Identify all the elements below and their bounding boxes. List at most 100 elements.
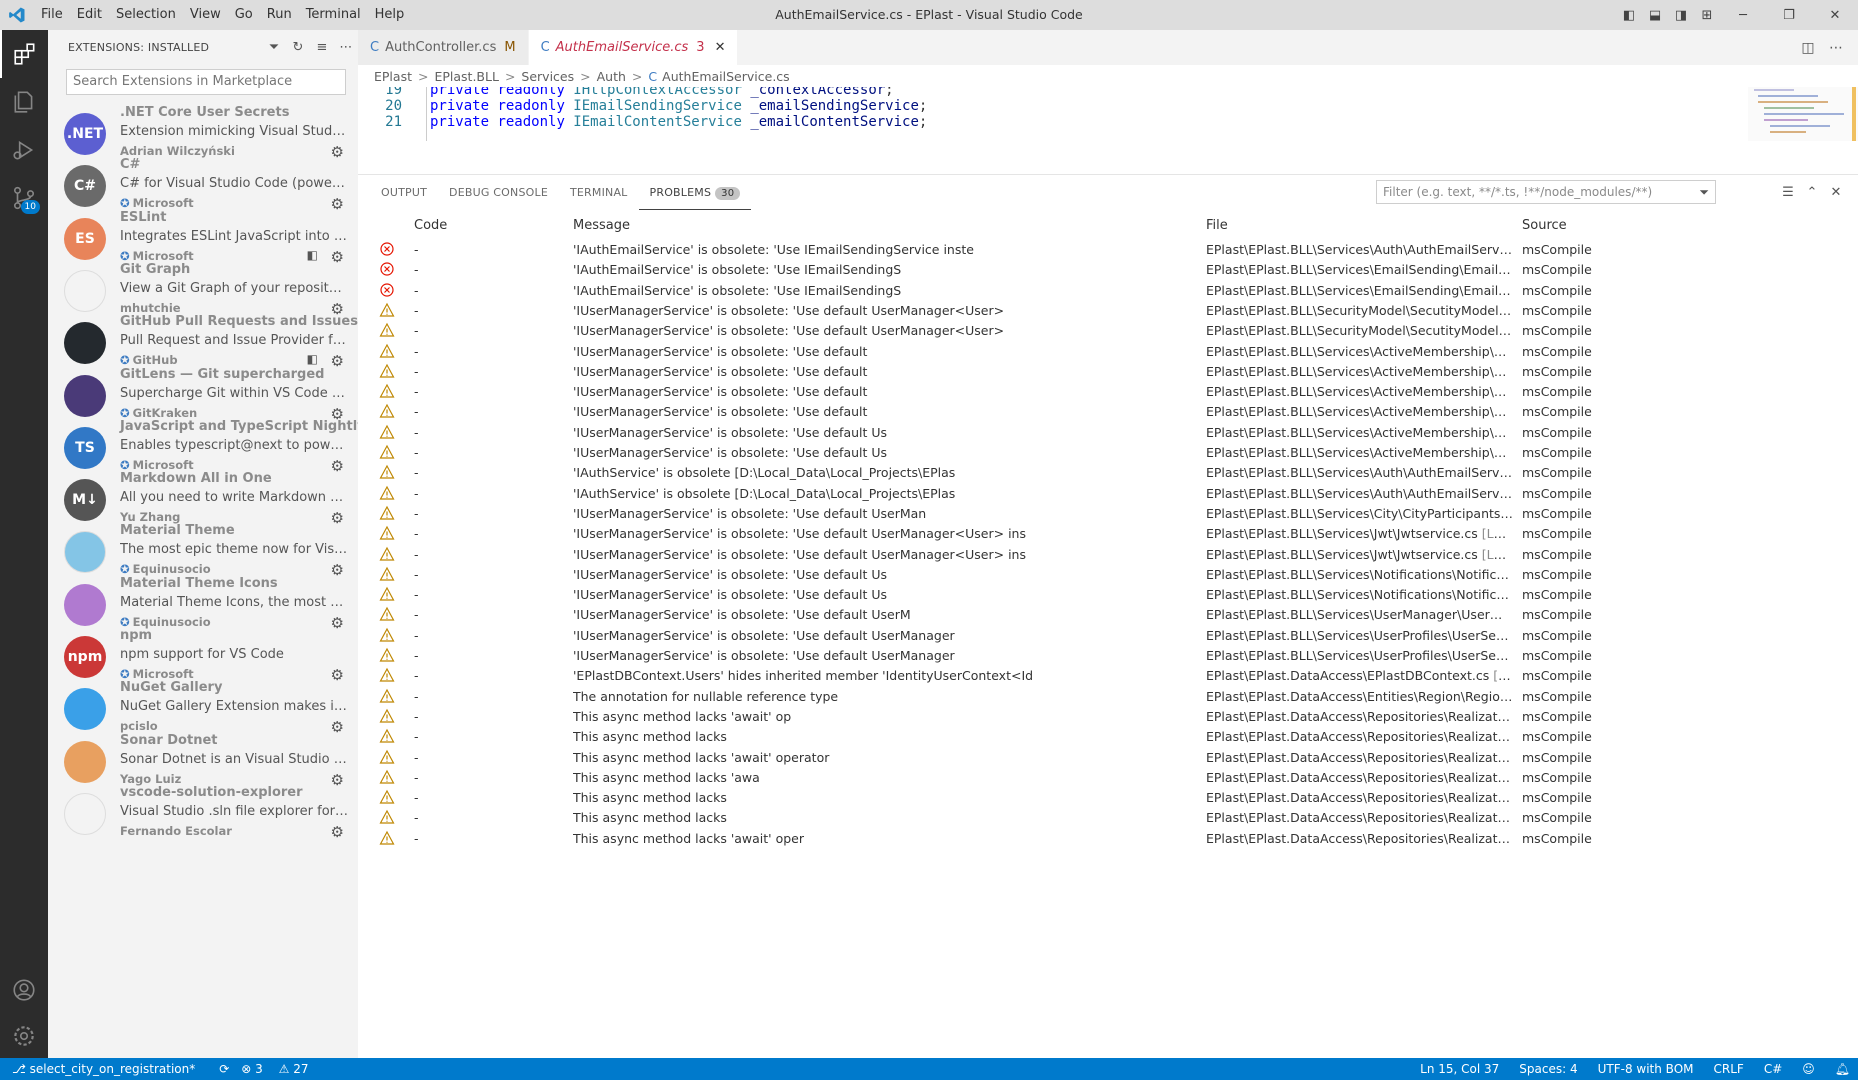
editor-tab[interactable]: C AuthEmailService.cs 3 ✕ [528, 30, 739, 65]
explorer-icon[interactable] [0, 78, 48, 126]
maximize-panel-icon[interactable]: ⌃ [1800, 185, 1824, 200]
toggle-secondary-sidebar-icon[interactable]: ◨ [1668, 8, 1694, 23]
filter-icon[interactable]: ⏷ [262, 40, 286, 55]
clear-icon[interactable]: ≡ [310, 40, 334, 55]
code-token: readonly [497, 98, 574, 114]
minimap[interactable] [1748, 87, 1858, 141]
line-ending[interactable]: CRLF [1714, 1062, 1744, 1076]
refresh-icon[interactable]: ↻ [286, 40, 310, 55]
accounts-icon[interactable] [0, 966, 48, 1014]
column-file[interactable]: File [1206, 218, 1228, 233]
problem-message: 'IUserManagerService' is obsolete: 'Use … [573, 384, 868, 400]
menu-item-go[interactable]: Go [228, 0, 260, 30]
minimize-button[interactable]: ─ [1720, 8, 1766, 23]
problem-file: EPlast\EPlast.BLL\SecurityModel\Secutity… [1206, 303, 1513, 318]
problem-code: - [414, 688, 419, 704]
split-editor-icon[interactable]: ◫ [1794, 40, 1822, 56]
cursor-position[interactable]: Ln 15, Col 37 [1420, 1062, 1499, 1076]
problem-message: 'IUserManagerService' is obsolete: 'Use … [573, 323, 1005, 339]
menu-item-run[interactable]: Run [260, 0, 299, 30]
toggle-sidebar-icon[interactable]: ◧ [1616, 8, 1642, 23]
problem-code: - [414, 445, 419, 460]
menu-item-view[interactable]: View [183, 0, 228, 30]
code-editor[interactable]: 19 private readonly IHttpContextAccessor … [358, 87, 1858, 141]
collapse-all-icon[interactable]: ☰ [1776, 185, 1800, 200]
editor-tab[interactable]: C AuthController.cs M [358, 30, 529, 65]
extensions-icon[interactable] [0, 30, 48, 78]
problem-file: EPlast\EPlast.BLL\Services\UserProfiles\… [1206, 628, 1513, 643]
manage-gear-icon[interactable] [0, 1012, 48, 1060]
menu-item-file[interactable]: File [34, 0, 70, 30]
warning-icon [379, 403, 395, 419]
extension-logo-icon [64, 374, 106, 417]
problem-row[interactable]: - This async method lacks 'await' oper EPl… [374, 827, 1858, 851]
more-actions-icon[interactable]: ⋯ [334, 40, 358, 55]
problems-status[interactable]: ⊗ 3 ⚠ 27 [241, 1062, 320, 1076]
problem-message: 'IUserManagerService' is obsolete: 'Use … [573, 404, 868, 420]
close-panel-icon[interactable]: ✕ [1824, 185, 1848, 200]
problem-file: EPlast\EPlast.DataAccess\Entities\Region… [1206, 689, 1513, 704]
extension-publisher: Fernando Escolar [120, 824, 232, 838]
column-code[interactable]: Code [414, 218, 447, 233]
problem-source: msCompile [1522, 404, 1592, 420]
problem-file: EPlast\EPlast.BLL\Services\UserProfiles\… [1206, 648, 1513, 663]
manage-extension-gear-icon[interactable]: ⚙ [331, 823, 344, 841]
panel-tab-problems[interactable]: PROBLEMS 30 [638, 175, 752, 210]
column-source[interactable]: Source [1522, 218, 1567, 233]
notifications-icon[interactable]: 🔔︎ [1835, 1062, 1850, 1076]
problem-file: EPlast\EPlast.BLL\Services\City\CityPart… [1206, 506, 1513, 521]
problem-source: msCompile [1522, 505, 1592, 521]
extension-description: All you need to write Markdown (key... [120, 490, 348, 506]
menu-item-edit[interactable]: Edit [70, 0, 109, 30]
column-message[interactable]: Message [573, 218, 630, 233]
breadcrumb-item[interactable]: Auth [597, 69, 626, 84]
problems-table-header: Code Message File Source [358, 210, 1858, 238]
problem-message: This async method lacks 'await' op [573, 708, 792, 724]
filter-icon[interactable]: ⏷ [1699, 181, 1709, 203]
encoding[interactable]: UTF-8 with BOM [1598, 1062, 1694, 1076]
problems-filter-input[interactable]: Filter (e.g. text, **/*.ts, !**/node_mod… [1376, 180, 1716, 204]
customize-layout-icon[interactable]: ⊞ [1694, 8, 1720, 23]
panel-tab-terminal[interactable]: TERMINAL [559, 175, 639, 210]
breadcrumb-item[interactable]: AuthEmailService.cs [662, 69, 790, 84]
branch-status[interactable]: ⎇ select_city_on_registration* [12, 1062, 207, 1076]
extension-logo-icon [64, 740, 106, 783]
problem-file: EPlast\EPlast.BLL\Services\Jwt\Jwtservic… [1206, 526, 1513, 541]
problem-message: 'IUserManagerService' is obsolete: 'Use … [573, 445, 888, 460]
problem-message: 'IUserManagerService' is obsolete: 'Use … [573, 546, 1026, 562]
breadcrumb-item[interactable]: Services [521, 69, 574, 84]
warning-icon [379, 546, 395, 562]
source-control-icon[interactable]: 10 [0, 174, 48, 222]
menu-item-selection[interactable]: Selection [109, 0, 183, 30]
menu-item-terminal[interactable]: Terminal [299, 0, 368, 30]
breadcrumb-item[interactable]: EPlast [374, 69, 412, 84]
problem-message: 'IUserManagerService' is obsolete: 'Use … [573, 526, 1026, 542]
toggle-panel-icon[interactable]: ⬓ [1642, 8, 1668, 23]
breadcrumb-item[interactable]: EPlast.BLL [434, 69, 498, 84]
problem-source: msCompile [1522, 607, 1592, 623]
sync-icon[interactable]: ⟳ [219, 1062, 229, 1076]
restore-button[interactable]: ❐ [1766, 8, 1812, 23]
panel-tab-output[interactable]: OUTPUT [370, 175, 438, 210]
run-debug-icon[interactable] [0, 126, 48, 174]
menu-item-help[interactable]: Help [368, 0, 412, 30]
problem-message: 'IUserManagerService' is obsolete: 'Use … [573, 607, 911, 623]
extension-description: Integrates ESLint JavaScript into VS C..… [120, 228, 348, 244]
bottom-panel: OUTPUT DEBUG CONSOLE TERMINAL PROBLEMS 30 Fi… [358, 174, 1858, 1058]
close-window-button[interactable]: ✕ [1812, 8, 1858, 23]
problem-source: msCompile [1522, 708, 1592, 724]
more-actions-icon[interactable]: ⋯ [1822, 40, 1850, 56]
panel-tab-debug-console[interactable]: DEBUG CONSOLE [438, 175, 559, 210]
tab-close-icon[interactable]: ✕ [715, 40, 726, 55]
problem-file: EPlast\EPlast.BLL\Services\ActiveMembers… [1206, 344, 1513, 359]
feedback-icon[interactable]: ☺ [1802, 1062, 1815, 1076]
language-mode[interactable]: C# [1764, 1062, 1782, 1076]
problem-source: msCompile [1522, 323, 1592, 339]
extension-description: Visual Studio .sln file explorer for Vis… [120, 803, 348, 819]
problem-source: msCompile [1522, 465, 1592, 481]
extension-item[interactable]: vscode-solution-explorer Visual Studio .s… [48, 783, 358, 845]
extensions-search-input[interactable]: Search Extensions in Marketplace [66, 69, 346, 95]
problem-file: EPlast\EPlast.DataAccess\EPlastDBContext… [1206, 668, 1513, 683]
extension-logo-icon: ES [64, 217, 106, 260]
indentation[interactable]: Spaces: 4 [1519, 1062, 1577, 1076]
